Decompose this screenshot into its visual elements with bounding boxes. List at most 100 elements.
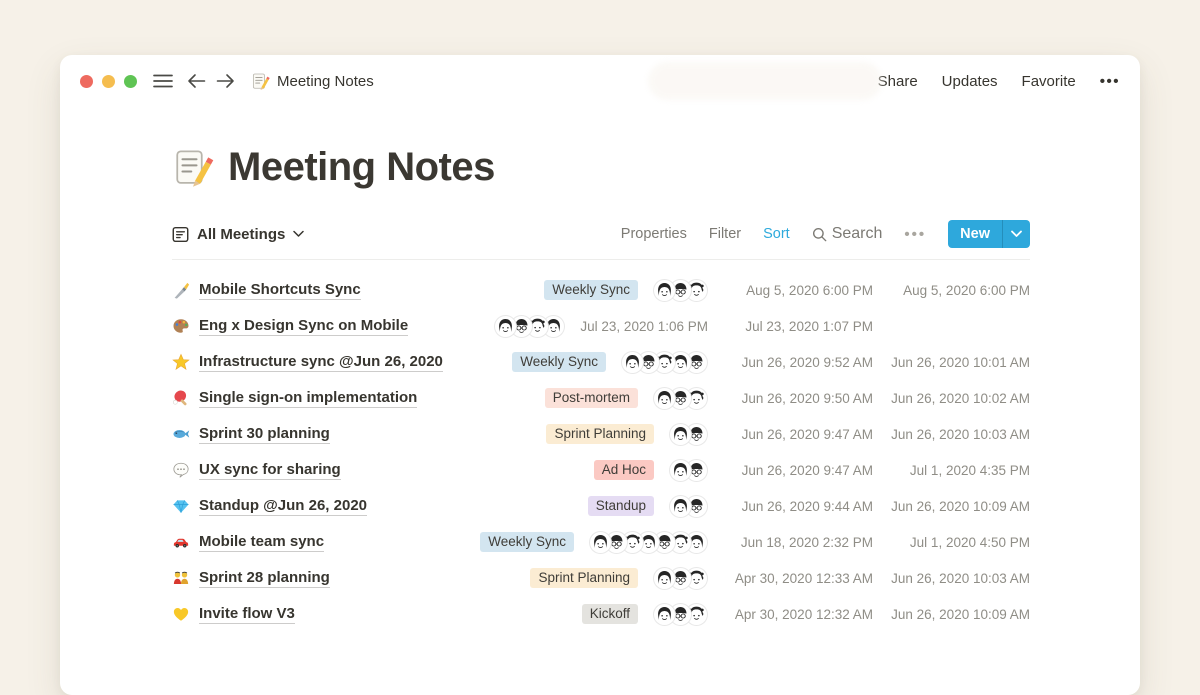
user-avatar bbox=[494, 315, 517, 338]
tag-badge[interactable]: Weekly Sync bbox=[512, 352, 606, 372]
properties-button[interactable]: Properties bbox=[621, 226, 687, 242]
table-row[interactable]: Sprint 28 planning Sprint Planning Apr 3… bbox=[172, 560, 1030, 596]
table-row[interactable]: Single sign-on implementation Post-morte… bbox=[172, 380, 1030, 416]
page-link[interactable]: Standup @Jun 26, 2020 bbox=[199, 497, 367, 516]
user-avatar bbox=[653, 279, 676, 302]
back-arrow-icon[interactable] bbox=[187, 73, 206, 89]
sidebar-menu-icon[interactable] bbox=[153, 73, 173, 89]
meetings-table: Mobile Shortcuts Sync Weekly Sync Aug 5,… bbox=[172, 272, 1030, 632]
search-button[interactable]: Search bbox=[812, 225, 883, 243]
name-cell: Sprint 30 planning bbox=[172, 425, 531, 444]
table-row[interactable]: Eng x Design Sync on Mobile Jul 23, 2020… bbox=[172, 308, 1030, 344]
updates-button[interactable]: Updates bbox=[942, 73, 998, 90]
paintbrush-icon bbox=[172, 281, 190, 299]
last-edited-time: Jun 26, 2020 10:09 AM bbox=[888, 499, 1030, 514]
new-button-label: New bbox=[948, 226, 1002, 242]
user-avatar bbox=[621, 351, 644, 374]
table-row[interactable]: Infrastructure sync @Jun 26, 2020 Weekly… bbox=[172, 344, 1030, 380]
sort-button[interactable]: Sort bbox=[763, 226, 790, 242]
ping-pong-icon bbox=[172, 389, 190, 407]
favorite-button[interactable]: Favorite bbox=[1022, 73, 1076, 90]
window-controls bbox=[80, 75, 137, 88]
tag-badge[interactable]: Sprint Planning bbox=[530, 568, 638, 588]
name-cell: Sprint 28 planning bbox=[172, 569, 515, 588]
tag-badge[interactable]: Sprint Planning bbox=[546, 424, 654, 444]
new-dropdown-button[interactable] bbox=[1003, 230, 1030, 238]
last-edited-time: Jul 23, 2020 1:07 PM bbox=[723, 319, 873, 334]
zoom-window-button[interactable] bbox=[124, 75, 137, 88]
created-time: Apr 30, 2020 12:33 AM bbox=[723, 571, 873, 586]
last-edited-time: Jun 26, 2020 10:03 AM bbox=[888, 571, 1030, 586]
forward-arrow-icon[interactable] bbox=[216, 73, 235, 89]
created-time: Jun 26, 2020 9:47 AM bbox=[723, 427, 873, 442]
tag-badge[interactable]: Post-mortem bbox=[545, 388, 638, 408]
star-icon bbox=[172, 353, 190, 371]
name-cell: UX sync for sharing bbox=[172, 461, 579, 480]
search-icon bbox=[812, 227, 827, 242]
search-label: Search bbox=[832, 225, 883, 243]
view-name: All Meetings bbox=[197, 226, 285, 243]
created-time: Jul 23, 2020 1:06 PM bbox=[580, 319, 708, 334]
table-row[interactable]: UX sync for sharing Ad Hoc Jun 26, 2020 … bbox=[172, 452, 1030, 488]
table-row[interactable]: Sprint 30 planning Sprint Planning Jun 2… bbox=[172, 416, 1030, 452]
page-memo-icon[interactable] bbox=[172, 147, 214, 189]
filter-button[interactable]: Filter bbox=[709, 226, 741, 242]
avatar-group bbox=[494, 315, 565, 338]
avatar-group bbox=[653, 387, 708, 410]
last-edited-time: Jul 1, 2020 4:35 PM bbox=[888, 463, 1030, 478]
last-edited-time: Jul 1, 2020 4:50 PM bbox=[888, 535, 1030, 550]
close-window-button[interactable] bbox=[80, 75, 93, 88]
breadcrumb-title[interactable]: Meeting Notes bbox=[277, 73, 374, 90]
name-cell: Infrastructure sync @Jun 26, 2020 bbox=[172, 353, 497, 372]
page-title[interactable]: Meeting Notes bbox=[228, 145, 495, 190]
database-toolbar: All Meetings Properties Filter Sort Sear… bbox=[172, 220, 1030, 260]
more-options-icon[interactable]: ••• bbox=[1100, 73, 1120, 90]
page-link[interactable]: Sprint 28 planning bbox=[199, 569, 330, 588]
view-switcher[interactable]: All Meetings bbox=[172, 226, 304, 243]
page-link[interactable]: Infrastructure sync @Jun 26, 2020 bbox=[199, 353, 443, 372]
new-button[interactable]: New bbox=[948, 220, 1030, 248]
app-window: Meeting Notes Share Updates Favorite •••… bbox=[60, 55, 1140, 695]
tag-badge[interactable]: Weekly Sync bbox=[544, 280, 638, 300]
page-link[interactable]: Invite flow V3 bbox=[199, 605, 295, 624]
fish-icon bbox=[172, 425, 190, 443]
name-cell: Single sign-on implementation bbox=[172, 389, 530, 408]
last-edited-time: Jun 26, 2020 10:03 AM bbox=[888, 427, 1030, 442]
name-cell: Mobile Shortcuts Sync bbox=[172, 281, 529, 300]
avatar-group bbox=[621, 351, 708, 374]
minimize-window-button[interactable] bbox=[102, 75, 115, 88]
user-avatar bbox=[653, 603, 676, 626]
page-link[interactable]: Mobile team sync bbox=[199, 533, 324, 552]
table-row[interactable]: Invite flow V3 Kickoff Apr 30, 2020 12:3… bbox=[172, 596, 1030, 632]
title-bar: Meeting Notes Share Updates Favorite ••• bbox=[60, 55, 1140, 107]
table-row[interactable]: Mobile Shortcuts Sync Weekly Sync Aug 5,… bbox=[172, 272, 1030, 308]
tag-badge[interactable]: Standup bbox=[588, 496, 654, 516]
speech-balloon-icon bbox=[172, 461, 190, 479]
page-link[interactable]: Single sign-on implementation bbox=[199, 389, 417, 408]
table-view-icon bbox=[172, 226, 189, 243]
avatar-group bbox=[653, 603, 708, 626]
last-edited-time: Jun 26, 2020 10:09 AM bbox=[888, 607, 1030, 622]
share-button[interactable]: Share bbox=[878, 73, 918, 90]
user-avatar bbox=[669, 495, 692, 518]
created-time: Jun 26, 2020 9:47 AM bbox=[723, 463, 873, 478]
gem-icon bbox=[172, 497, 190, 515]
page-link[interactable]: Sprint 30 planning bbox=[199, 425, 330, 444]
table-row[interactable]: Mobile team sync Weekly Sync Jun 18, 202… bbox=[172, 524, 1030, 560]
page-link[interactable]: UX sync for sharing bbox=[199, 461, 341, 480]
name-cell: Invite flow V3 bbox=[172, 605, 567, 624]
toolbar-more-icon[interactable]: ••• bbox=[904, 226, 926, 243]
created-time: Aug 5, 2020 6:00 PM bbox=[723, 283, 873, 298]
tag-badge[interactable]: Ad Hoc bbox=[594, 460, 654, 480]
page-link[interactable]: Mobile Shortcuts Sync bbox=[199, 281, 361, 300]
palette-icon bbox=[172, 317, 190, 335]
avatar-group bbox=[653, 279, 708, 302]
tag-badge[interactable]: Weekly Sync bbox=[480, 532, 574, 552]
tag-badge[interactable]: Kickoff bbox=[582, 604, 638, 624]
table-row[interactable]: Standup @Jun 26, 2020 Standup Jun 26, 20… bbox=[172, 488, 1030, 524]
page-link[interactable]: Eng x Design Sync on Mobile bbox=[199, 317, 408, 336]
yellow-heart-icon bbox=[172, 605, 190, 623]
avatar-group bbox=[669, 495, 708, 518]
memo-icon bbox=[251, 72, 270, 91]
avatar-group bbox=[653, 567, 708, 590]
